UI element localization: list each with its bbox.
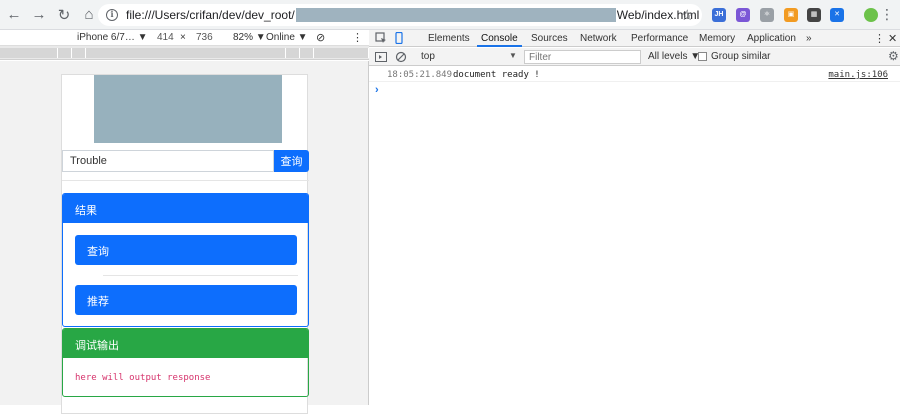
debug-card-title: 调试输出 — [63, 329, 308, 358]
log-levels-select[interactable]: All levels ▼ — [648, 51, 700, 62]
log-timestamp: 18:05:21.849 — [387, 70, 453, 80]
info-icon[interactable]: i — [106, 9, 118, 21]
tab-sources[interactable]: Sources — [531, 33, 568, 44]
tab-performance[interactable]: Performance — [631, 33, 688, 44]
search-input[interactable] — [62, 150, 274, 172]
sidebar-toggle-icon[interactable] — [375, 51, 387, 63]
device-height-input[interactable]: 736 — [196, 32, 213, 43]
qr-extension-icon[interactable]: ▦ — [807, 8, 821, 22]
console-log-row: 18:05:21.849 document ready ! main.js:10… — [369, 68, 900, 82]
zoom-select[interactable]: 82% ▼ — [233, 32, 266, 43]
console-toolbar: top ▼ All levels ▼ Group similar ⚙ — [369, 48, 900, 66]
header-image — [94, 75, 282, 143]
back-arrow-icon[interactable]: ← — [3, 4, 25, 26]
react-extension-icon[interactable]: ⚛ — [760, 8, 774, 22]
console-filter-input[interactable] — [524, 50, 641, 64]
result-card-title: 结果 — [63, 194, 308, 223]
devtools-close-icon[interactable]: ✕ — [888, 32, 897, 45]
jh-extension-icon[interactable]: JH — [712, 8, 726, 22]
spiral-extension-icon[interactable]: @ — [736, 8, 750, 22]
forward-arrow-icon[interactable]: → — [28, 4, 50, 26]
browser-menu-icon[interactable]: ⋮ — [880, 6, 894, 23]
device-width-input[interactable]: 414 — [157, 32, 174, 43]
address-bar[interactable]: i file:///Users/crifan/dev/dev_root/ Web… — [98, 4, 702, 26]
tab-memory[interactable]: Memory — [699, 33, 735, 44]
device-toggle-icon[interactable] — [393, 32, 405, 44]
log-message: document ready ! — [453, 70, 540, 80]
console-settings-gear-icon[interactable]: ⚙ — [888, 49, 899, 63]
context-dropdown-icon[interactable]: ▼ — [509, 51, 517, 60]
list-separator — [103, 275, 298, 276]
console-prompt-icon[interactable]: › — [375, 84, 379, 96]
bookmark-star-icon[interactable]: ☆ — [681, 6, 694, 24]
browser-toolbar: ← → ↻ ⌂ i file:///Users/crifan/dev/dev_r… — [0, 0, 900, 30]
dimension-times: × — [180, 32, 186, 43]
log-source-link[interactable]: main.js:106 — [828, 70, 888, 80]
device-toolbar: iPhone 6/7… ▼ 414 × 736 82% ▼ Online ▼ ⊘… — [0, 30, 369, 46]
devtools-panel: Elements Console Sources Network Perform… — [369, 30, 900, 405]
emulated-page: 查询 结果 查询 推荐 调试输出 here will output respon… — [61, 74, 309, 414]
devtools-menu-icon[interactable]: ⋮ — [874, 32, 885, 45]
context-select[interactable]: top — [421, 51, 435, 62]
debug-output-text: here will output response — [75, 373, 211, 383]
device-more-icon[interactable]: ⋮ — [352, 31, 363, 44]
url-redacted — [295, 8, 616, 22]
device-select[interactable]: iPhone 6/7… ▼ — [77, 32, 148, 43]
tab-application[interactable]: Application — [747, 33, 796, 44]
reload-icon[interactable]: ↻ — [53, 4, 75, 26]
rotate-icon[interactable]: ⊘ — [316, 31, 325, 44]
inspect-element-icon[interactable] — [375, 32, 387, 44]
result-item-recommend[interactable]: 推荐 — [75, 285, 297, 315]
group-similar-checkbox[interactable] — [698, 52, 707, 61]
home-icon[interactable]: ⌂ — [78, 4, 100, 26]
clear-console-icon[interactable] — [395, 51, 407, 63]
active-tab-indicator — [477, 45, 522, 47]
tab-network[interactable]: Network — [580, 33, 617, 44]
result-card: 结果 查询 推荐 — [62, 193, 309, 327]
device-viewport: 查询 结果 查询 推荐 调试输出 here will output respon… — [0, 61, 369, 414]
media-query-ruler[interactable] — [0, 46, 369, 60]
more-tabs-icon[interactable]: » — [806, 33, 812, 44]
tab-console[interactable]: Console — [481, 33, 518, 44]
network-select[interactable]: Online ▼ — [266, 32, 308, 43]
result-item-query[interactable]: 查询 — [75, 235, 297, 265]
debug-card: 调试输出 here will output response — [62, 328, 309, 397]
divider — [62, 180, 309, 181]
url-text: file:///Users/crifan/dev/dev_root/ Web/i… — [126, 8, 699, 22]
url-prefix: file:///Users/crifan/dev/dev_root/ — [126, 8, 295, 22]
blue-extension-icon[interactable]: ✕ — [830, 8, 844, 22]
search-button[interactable]: 查询 — [274, 150, 309, 172]
group-similar-label: Group similar — [711, 51, 771, 62]
tab-elements[interactable]: Elements — [428, 33, 470, 44]
devtools-tab-bar: Elements Console Sources Network Perform… — [369, 30, 900, 47]
orange-extension-icon[interactable]: ▣ — [784, 8, 798, 22]
green-extension-icon[interactable] — [864, 8, 878, 22]
